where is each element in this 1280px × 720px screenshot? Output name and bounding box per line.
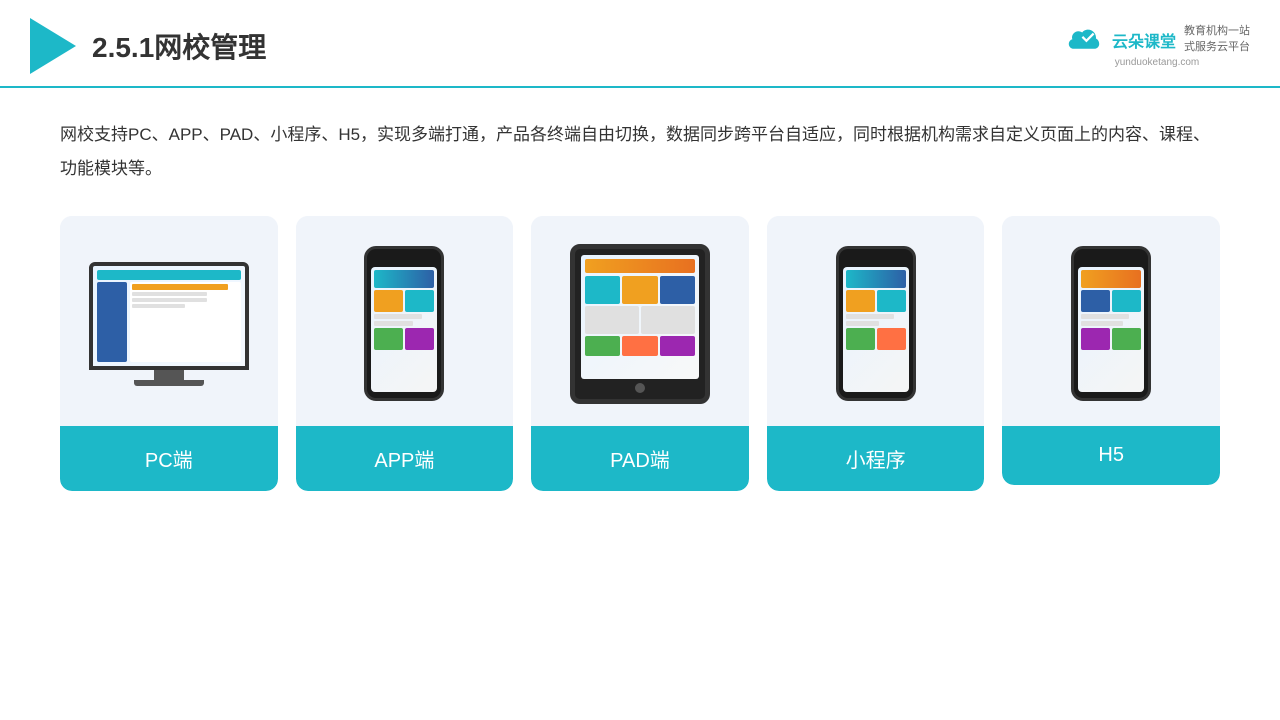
pc-mockup: [89, 262, 249, 386]
phone-screen-bar-h5: [1081, 270, 1141, 288]
ipad-screen-bar: [585, 259, 695, 273]
pc-main-mini: [130, 282, 241, 362]
description-text: 网校支持PC、APP、PAD、小程序、H5，实现多端打通，产品各终端自由切换，数…: [60, 118, 1220, 186]
phone-line-2-app: [374, 321, 413, 326]
brand-tagline-line2: 式服务云平台: [1184, 40, 1250, 55]
phone-mini-box-3: [846, 328, 875, 350]
phone-row-2-app: [374, 328, 434, 350]
card-pad-label: PAD端: [531, 426, 749, 491]
brand-tagline-line1: 教育机构一站: [1184, 24, 1250, 39]
phone-h5-box-3: [1081, 328, 1110, 350]
phone-screen-mini: [843, 267, 909, 392]
phone-mockup-h5: [1071, 246, 1151, 401]
card-pad: PAD端: [531, 216, 749, 491]
phone-screen-bar-mini: [846, 270, 906, 288]
card-miniprogram-label: 小程序: [767, 426, 985, 491]
phone-row-2-h5: [1081, 328, 1141, 350]
pc-screen-content: [97, 282, 241, 362]
main-content: 网校支持PC、APP、PAD、小程序、H5，实现多端打通，产品各终端自由切换，数…: [0, 88, 1280, 511]
ipad-box-4: [585, 306, 639, 334]
card-h5: H5: [1002, 216, 1220, 485]
cloud-icon: [1064, 26, 1104, 54]
phone-row-1-app: [374, 290, 434, 312]
phone-body-app: [364, 246, 444, 401]
ipad-box-3: [660, 276, 695, 304]
phone-box-4: [405, 328, 434, 350]
pc-stand: [154, 370, 184, 380]
phone-mockup-mini: [836, 246, 916, 401]
phone-mockup-app: [364, 246, 444, 401]
phone-screen-bar-app: [374, 270, 434, 288]
card-pc-label: PC端: [60, 426, 278, 491]
phone-mini-box-1: [846, 290, 875, 312]
pc-content-line-3: [132, 298, 207, 302]
ipad-row-1: [585, 276, 695, 304]
ipad-box-1: [585, 276, 620, 304]
ipad-screen: [581, 255, 699, 379]
phone-body-mini: [836, 246, 916, 401]
phone-body-h5: [1071, 246, 1151, 401]
ipad-box-5: [641, 306, 695, 334]
phone-mini-box-2: [877, 290, 906, 312]
pc-base: [134, 380, 204, 386]
card-h5-label: H5: [1002, 426, 1220, 485]
card-pc-image: [60, 216, 278, 426]
card-app-label: APP端: [296, 426, 514, 491]
phone-line-1-mini: [846, 314, 894, 319]
phone-line-1-app: [374, 314, 422, 319]
ipad-box-6: [585, 336, 620, 356]
brand-logo: 云朵课堂 教育机构一站 式服务云平台: [1064, 24, 1250, 55]
phone-line-1-h5: [1081, 314, 1129, 319]
card-pc: PC端: [60, 216, 278, 491]
phone-row-1-h5: [1081, 290, 1141, 312]
page-header: 2.5.1网校管理 云朵课堂 教育机构一站 式服务云平台 yunduoketan…: [0, 0, 1280, 88]
phone-box-2: [405, 290, 434, 312]
ipad-box-8: [660, 336, 695, 356]
card-app-image: [296, 216, 514, 426]
phone-notch-h5: [1099, 257, 1123, 263]
card-app: APP端: [296, 216, 514, 491]
pc-content-line-4: [132, 304, 186, 308]
card-miniprogram: 小程序: [767, 216, 985, 491]
phone-notch-mini: [864, 257, 888, 263]
cards-container: PC端: [60, 216, 1220, 491]
pc-monitor: [89, 262, 249, 370]
ipad-body: [570, 244, 710, 404]
ipad-box-2: [622, 276, 657, 304]
phone-h5-box-1: [1081, 290, 1110, 312]
pc-content-line-1: [132, 284, 228, 290]
ipad-home-button: [635, 383, 645, 393]
phone-box-3: [374, 328, 403, 350]
brand-area: 云朵课堂 教育机构一站 式服务云平台 yunduoketang.com: [1064, 24, 1250, 68]
phone-row-1-mini: [846, 290, 906, 312]
pc-content-line-2: [132, 292, 207, 296]
phone-h5-box-4: [1112, 328, 1141, 350]
ipad-row-2: [585, 306, 695, 334]
brand-name: 云朵课堂: [1112, 28, 1176, 52]
phone-row-2-mini: [846, 328, 906, 350]
phone-line-2-h5: [1081, 321, 1123, 326]
phone-h5-box-2: [1112, 290, 1141, 312]
phone-screen-app: [371, 267, 437, 392]
pc-screen-bar: [97, 270, 241, 280]
phone-line-2-mini: [846, 321, 879, 326]
card-pad-image: [531, 216, 749, 426]
card-miniprogram-image: [767, 216, 985, 426]
brand-url: yunduoketang.com: [1115, 57, 1200, 68]
logo-triangle-icon: [30, 18, 76, 74]
phone-mini-box-4: [877, 328, 906, 350]
ipad-mockup: [570, 244, 710, 404]
card-h5-image: [1002, 216, 1220, 426]
header-left: 2.5.1网校管理: [30, 18, 266, 74]
brand-tagline: 教育机构一站 式服务云平台: [1184, 24, 1250, 55]
pc-screen: [93, 266, 245, 366]
phone-box-1: [374, 290, 403, 312]
phone-screen-h5: [1078, 267, 1144, 392]
phone-notch-app: [392, 257, 416, 263]
pc-sidebar-mini: [97, 282, 127, 362]
ipad-row-3: [585, 336, 695, 356]
ipad-box-7: [622, 336, 657, 356]
page-title: 2.5.1网校管理: [92, 26, 266, 66]
